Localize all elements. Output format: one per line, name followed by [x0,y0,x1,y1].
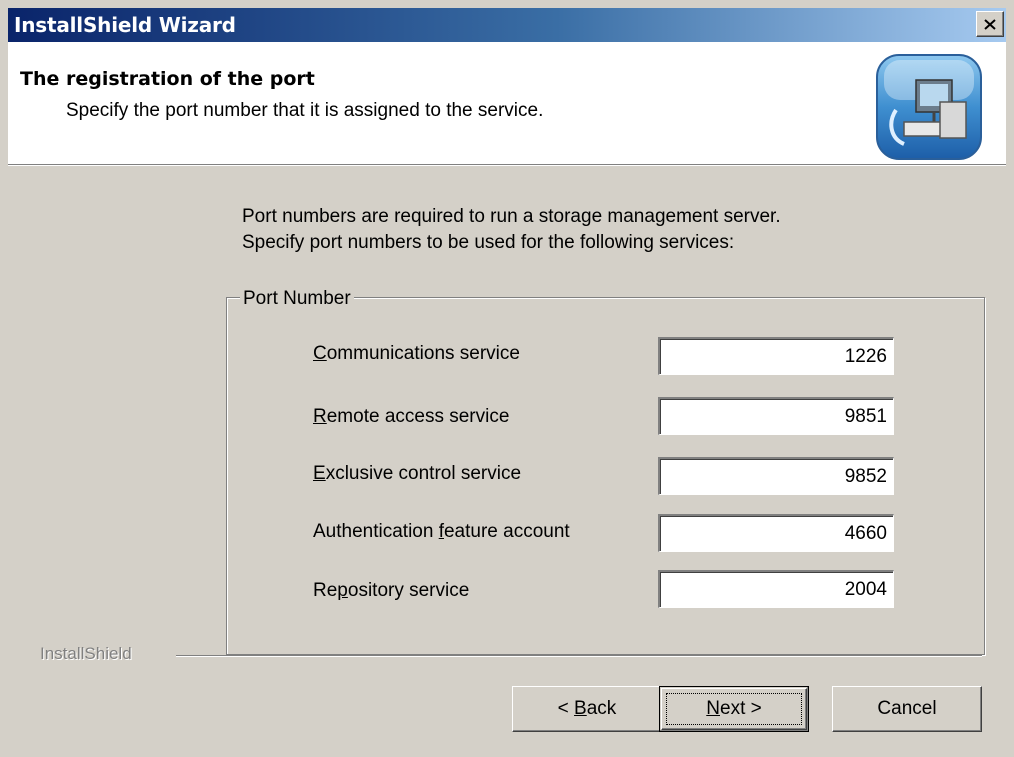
remote-access-service-port-input[interactable] [658,397,894,435]
authentication-feature-account-label: Authentication feature account [313,521,570,542]
close-button[interactable] [976,11,1004,37]
groupbox-legend: Port Number [240,288,354,310]
communications-service-port-input[interactable] [658,337,894,375]
remote-access-service-label: Remote access service [313,406,510,427]
communications-service-label: Communications service [313,343,520,364]
back-button[interactable]: < Back [512,686,662,732]
footer-divider [176,655,982,657]
intro-text: Port numbers are required to run a stora… [242,204,781,256]
repository-service-port-input[interactable] [658,570,894,608]
close-icon [984,18,996,30]
page-subtitle: Specify the port number that it is assig… [66,100,544,121]
title-bar: InstallShield Wizard [8,8,1006,42]
installshield-wizard-window: InstallShield Wizard The registration of… [0,0,1014,757]
authentication-feature-account-port-input[interactable] [658,514,894,552]
repository-service-label: Repository service [313,580,470,601]
wizard-header: The registration of the port Specify the… [8,42,1006,165]
window-title: InstallShield Wizard [14,13,236,37]
intro-line-1: Port numbers are required to run a stora… [242,206,781,227]
cancel-button[interactable]: Cancel [832,686,982,732]
exclusive-control-service-port-input[interactable] [658,457,894,495]
intro-line-2: Specify port numbers to be used for the … [242,232,735,253]
next-button[interactable]: Next > [659,686,809,732]
exclusive-control-service-label: Exclusive control service [313,463,522,484]
back-button-label: < Back [557,698,617,719]
next-button-label: Next > [706,698,762,719]
installshield-brand: InstallShield [40,644,132,663]
computer-setup-icon [876,54,982,160]
page-title: The registration of the port [20,68,315,90]
